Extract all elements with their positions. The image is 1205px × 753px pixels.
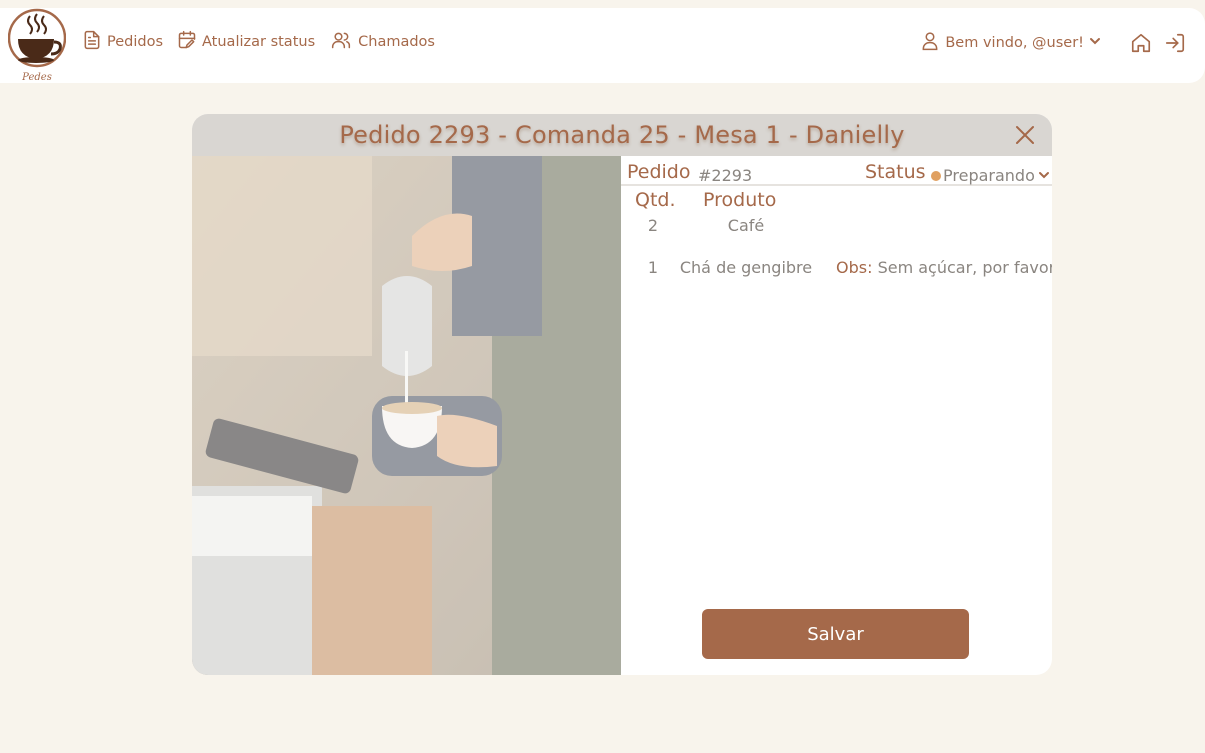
order-number: #2293 <box>698 166 753 185</box>
obs-label: Obs: <box>836 258 873 277</box>
order-item-row: 2 Café <box>621 216 1052 240</box>
chevron-down-icon <box>1038 166 1050 185</box>
logo-text: Pedes <box>21 72 52 83</box>
top-navbar: Pedes Pedidos Atualizar status Chamados <box>0 8 1205 83</box>
barista-photo <box>192 156 621 675</box>
user-icon <box>920 30 940 56</box>
status-dot-icon <box>931 171 941 181</box>
obs-text: Sem açúcar, por favor. <box>877 258 1052 277</box>
status-label: Status <box>865 161 926 183</box>
chevron-down-icon <box>1089 35 1101 51</box>
document-icon <box>82 30 102 54</box>
nav-chamados[interactable]: Chamados <box>329 30 435 54</box>
modal-header: Pedido 2293 - Comanda 25 - Mesa 1 - Dani… <box>192 114 1052 156</box>
logout-icon[interactable] <box>1163 31 1187 55</box>
order-label: Pedido <box>627 161 691 183</box>
save-button[interactable]: Salvar <box>702 609 969 659</box>
user-menu[interactable]: Bem vindo, @user! <box>920 30 1101 56</box>
user-greeting: Bem vindo, @user! <box>945 35 1084 51</box>
close-icon[interactable] <box>1014 124 1036 146</box>
order-details-panel: Pedido #2293 Status Preparando Qtd. Prod… <box>621 156 1052 675</box>
status-value: Preparando <box>943 166 1035 185</box>
nav-chamados-label: Chamados <box>358 34 435 50</box>
nav-atualizar-status-label: Atualizar status <box>202 34 316 50</box>
users-icon <box>329 30 353 54</box>
modal-title: Pedido 2293 - Comanda 25 - Mesa 1 - Dani… <box>339 121 905 149</box>
nav-pedidos[interactable]: Pedidos <box>82 30 163 54</box>
item-product: Café <box>727 216 765 235</box>
item-observation: Obs: Sem açúcar, por favor. <box>836 258 1052 277</box>
column-header-product: Produto <box>703 189 777 211</box>
order-modal: Pedido 2293 - Comanda 25 - Mesa 1 - Dani… <box>192 114 1052 675</box>
nav-pedidos-label: Pedidos <box>107 34 164 50</box>
status-select[interactable]: Preparando <box>943 166 1050 185</box>
home-icon[interactable] <box>1129 31 1153 55</box>
order-info-bar: Pedido #2293 Status Preparando <box>621 156 1052 186</box>
order-item-row: 1 Chá de gengibre Obs: Sem açúcar, por f… <box>621 258 1052 282</box>
item-product: Chá de gengibre <box>679 258 813 277</box>
nav-atualizar-status[interactable]: Atualizar status <box>177 30 315 54</box>
calendar-edit-icon <box>177 30 197 54</box>
cafe-logo[interactable]: Pedes <box>7 8 67 83</box>
column-header-qty: Qtd. <box>635 189 676 211</box>
